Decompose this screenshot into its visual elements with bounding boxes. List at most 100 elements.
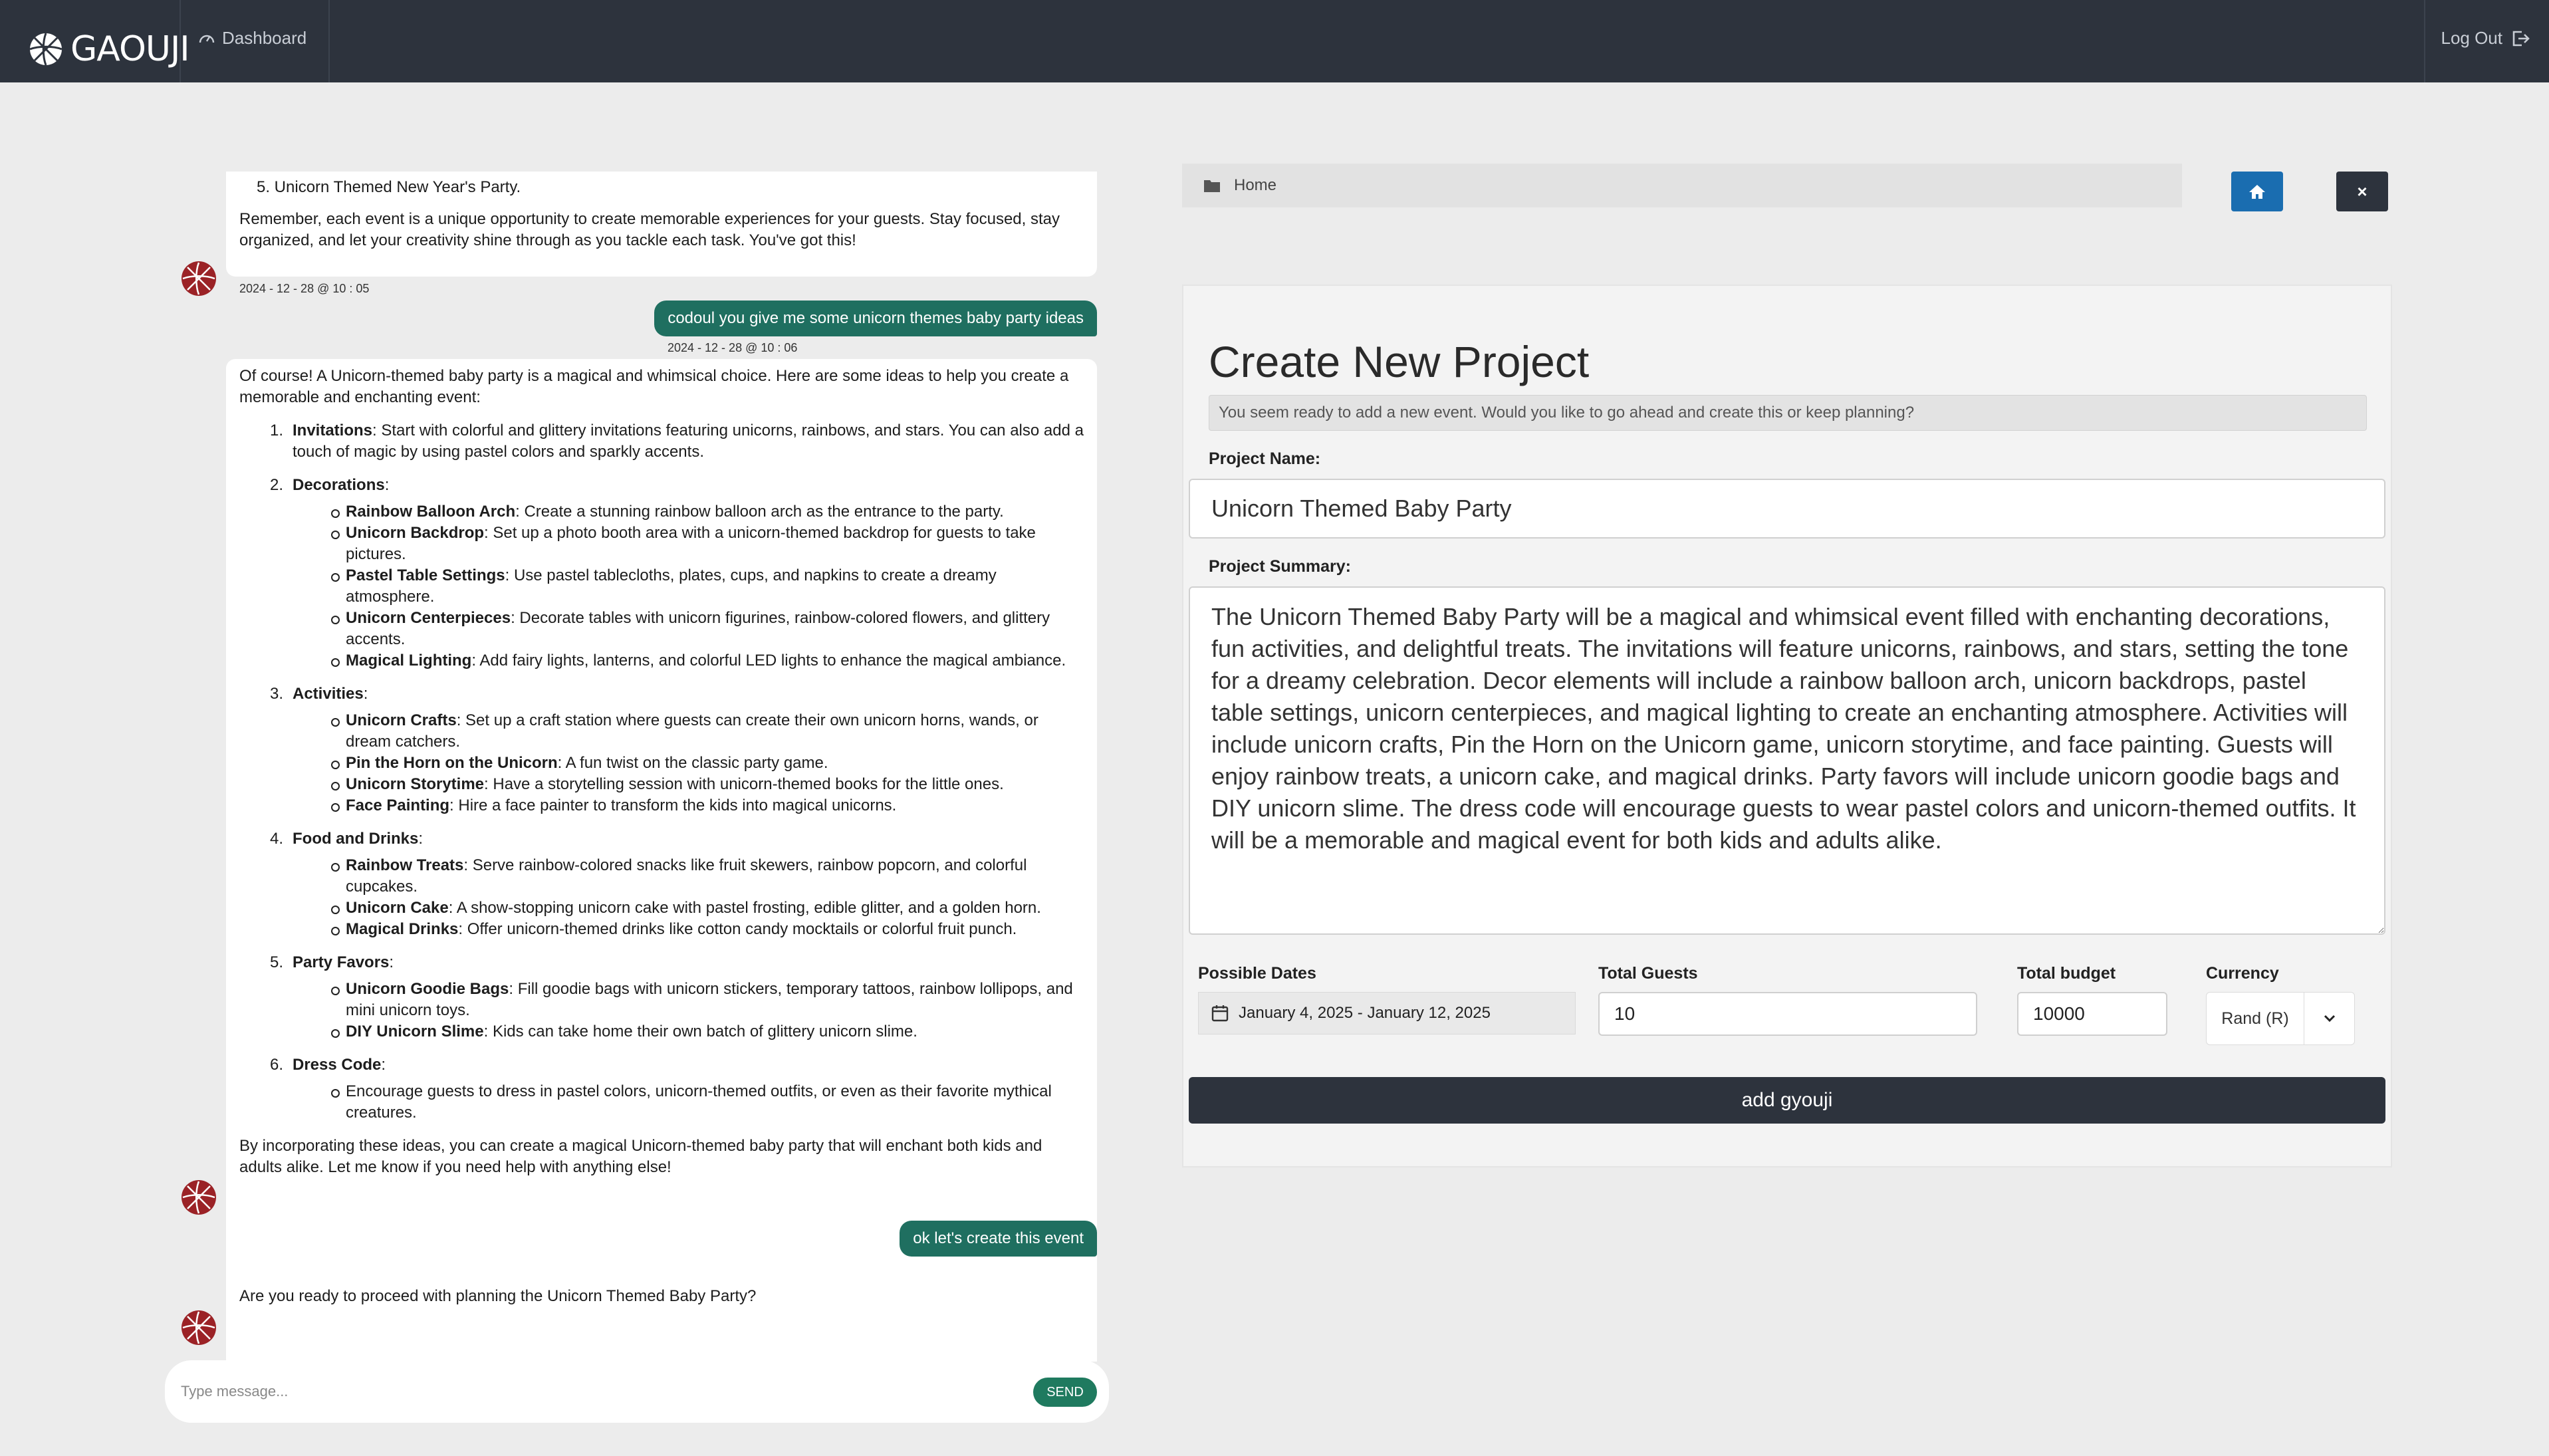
sub-list: Rainbow Balloon Arch: Create a stunning … bbox=[239, 501, 1084, 671]
sub-list: Unicorn Goodie Bags: Fill goodie bags wi… bbox=[239, 979, 1084, 1042]
nav-dashboard-label: Dashboard bbox=[222, 28, 307, 48]
project-summary-label: Project Summary: bbox=[1209, 557, 1351, 576]
sub-item-title: Face Painting bbox=[346, 796, 450, 814]
speedometer-icon bbox=[199, 35, 215, 43]
list-item-title: Activities bbox=[293, 685, 364, 703]
date-range-picker[interactable]: January 4, 2025 - January 12, 2025 bbox=[1198, 992, 1576, 1034]
total-budget-label: Total budget bbox=[2017, 964, 2116, 983]
list-number: 4. bbox=[270, 830, 284, 848]
project-name-label: Project Name: bbox=[1209, 449, 1321, 468]
home-icon bbox=[2249, 185, 2265, 199]
app-logo[interactable]: GAOUJI bbox=[29, 32, 190, 66]
total-budget-input[interactable] bbox=[2017, 992, 2167, 1036]
message-input[interactable] bbox=[181, 1375, 1012, 1408]
sub-item-title: Pin the Horn on the Unicorn bbox=[346, 754, 558, 772]
possible-dates-label: Possible Dates bbox=[1198, 964, 1316, 983]
list-item: 1. Invitations: Start with colorful and g… bbox=[239, 420, 1084, 463]
breadcrumb: Home bbox=[1182, 164, 2182, 207]
sub-item-title: Magical Lighting bbox=[346, 652, 472, 669]
sub-item-text: : Kids can take home their own batch of … bbox=[483, 1023, 917, 1040]
home-button[interactable] bbox=[2231, 172, 2283, 211]
currency-dropdown-toggle[interactable] bbox=[2304, 992, 2354, 1045]
list-item: 2. Decorations: bbox=[239, 475, 1084, 496]
sub-list-item: Unicorn Storytime: Have a storytelling s… bbox=[331, 774, 1084, 795]
nav-dashboard-link[interactable]: Dashboard bbox=[198, 28, 306, 49]
currency-value: Rand (R) bbox=[2221, 1009, 2289, 1028]
message-timestamp: 2024 - 12 - 28 @ 10 : 06 bbox=[668, 341, 798, 354]
sub-list-item: Encourage guests to dress in pastel colo… bbox=[331, 1081, 1084, 1124]
assistant-avatar bbox=[182, 261, 216, 296]
sub-item-text: : A show-stopping unicorn cake with past… bbox=[448, 899, 1041, 917]
sub-list-item: Unicorn Backdrop: Set up a photo booth a… bbox=[331, 523, 1084, 565]
user-message: ok let's create this event bbox=[900, 1221, 1097, 1257]
sub-list-item: Unicorn Centerpieces: Decorate tables wi… bbox=[331, 608, 1084, 650]
list-item-title: Invitations bbox=[293, 422, 373, 439]
message-composer: SEND bbox=[165, 1360, 1109, 1423]
chevron-down-icon bbox=[2324, 1015, 2335, 1023]
assistant-message: 5. Unicorn Themed New Year's Party. Reme… bbox=[226, 172, 1097, 277]
list-item-text: : bbox=[384, 476, 390, 494]
assistant-avatar bbox=[182, 1180, 216, 1215]
sub-item-text: : Create a stunning rainbow balloon arch… bbox=[515, 503, 1004, 521]
list-item: 3. Activities: bbox=[239, 683, 1084, 705]
list-item: 6. Dress Code: bbox=[239, 1054, 1084, 1076]
sub-item-title: Unicorn Crafts bbox=[346, 711, 457, 729]
total-guests-input[interactable] bbox=[1598, 992, 1977, 1036]
list-item: 5. Party Favors: bbox=[239, 952, 1084, 973]
sub-item-title: Rainbow Treats bbox=[346, 856, 464, 874]
logout-label: Log Out bbox=[2441, 28, 2502, 48]
sub-item-text: : A fun twist on the classic party game. bbox=[557, 754, 828, 772]
sub-item-title: Unicorn Backdrop bbox=[346, 524, 485, 542]
assistant-message: Are you ready to proceed with planning t… bbox=[226, 1279, 770, 1332]
date-range-value: January 4, 2025 - January 12, 2025 bbox=[1239, 1004, 1491, 1022]
list-item-title: Decorations bbox=[293, 476, 385, 494]
nav-divider bbox=[2424, 0, 2425, 82]
sub-item-title: Unicorn Storytime bbox=[346, 775, 485, 793]
sub-list-item: Unicorn Cake: A show-stopping unicorn ca… bbox=[331, 898, 1084, 919]
sub-list-item: Pin the Horn on the Unicorn: A fun twist… bbox=[331, 753, 1084, 774]
sub-item-title: Pastel Table Settings bbox=[346, 566, 505, 584]
nav-divider bbox=[180, 0, 181, 82]
sub-item-title: Rainbow Balloon Arch bbox=[346, 503, 516, 521]
create-project-card: Create New Project You seem ready to add… bbox=[1182, 285, 2392, 1167]
message-text: By incorporating these ideas, you can cr… bbox=[239, 1137, 1042, 1176]
chat-panel[interactable]: 5. Unicorn Themed New Year's Party. Reme… bbox=[173, 172, 1117, 1362]
user-message: codoul you give me some unicorn themes b… bbox=[654, 301, 1097, 336]
assistant-avatar bbox=[182, 1310, 216, 1345]
list-number: 6. bbox=[270, 1056, 284, 1074]
sub-list-item: Rainbow Balloon Arch: Create a stunning … bbox=[331, 501, 1084, 523]
add-project-button[interactable]: add gyouji bbox=[1189, 1077, 2385, 1124]
project-name-input[interactable] bbox=[1189, 479, 2385, 539]
project-summary-textarea[interactable]: The Unicorn Themed Baby Party will be a … bbox=[1189, 586, 2385, 935]
sub-item-text: : Hire a face painter to transform the k… bbox=[449, 796, 897, 814]
sub-item-text: Encourage guests to dress in pastel colo… bbox=[346, 1082, 1052, 1122]
ready-notice: You seem ready to add a new event. Would… bbox=[1209, 395, 2367, 431]
ideas-list: 1. Invitations: Start with colorful and g… bbox=[239, 420, 1084, 1124]
list-item-text: : bbox=[418, 830, 424, 848]
sub-item-text: : Add fairy lights, lanterns, and colorf… bbox=[471, 652, 1066, 669]
list-number: 5. bbox=[270, 953, 284, 971]
currency-select[interactable]: Rand (R) bbox=[2206, 992, 2355, 1045]
list-item-text: : Start with colorful and glittery invit… bbox=[293, 422, 1084, 461]
list-item-text: : bbox=[363, 685, 368, 703]
list-item-title: Party Favors bbox=[293, 953, 390, 971]
logout-link[interactable]: Log Out bbox=[2441, 28, 2530, 49]
sub-list-item: Pastel Table Settings: Use pastel tablec… bbox=[331, 565, 1084, 608]
total-guests-label: Total Guests bbox=[1598, 964, 1698, 983]
breadcrumb-home[interactable]: Home bbox=[1234, 176, 1276, 195]
page-title: Create New Project bbox=[1209, 337, 1590, 386]
sub-item-title: Unicorn Goodie Bags bbox=[346, 980, 509, 998]
close-button[interactable]: × bbox=[2336, 172, 2388, 211]
list-item: 5. Unicorn Themed New Year's Party. bbox=[257, 178, 521, 196]
list-item-text: : bbox=[389, 953, 394, 971]
sub-list-item: Magical Lighting: Add fairy lights, lant… bbox=[331, 650, 1084, 671]
sub-item-title: DIY Unicorn Slime bbox=[346, 1023, 484, 1040]
sub-item-title: Magical Drinks bbox=[346, 920, 459, 938]
list-number: 1. bbox=[270, 422, 284, 439]
list-item-title: Food and Drinks bbox=[293, 830, 419, 848]
send-button[interactable]: SEND bbox=[1033, 1378, 1097, 1407]
top-navbar: GAOUJI Dashboard Log Out bbox=[0, 0, 2549, 82]
list-number: 3. bbox=[270, 685, 284, 703]
sub-item-text: : Have a storytelling session with unico… bbox=[484, 775, 1004, 793]
sub-list-item: Magical Drinks: Offer unicorn-themed dri… bbox=[331, 919, 1084, 940]
